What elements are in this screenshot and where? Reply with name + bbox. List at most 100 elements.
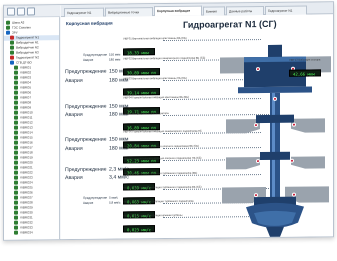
alarm-marker-6[interactable] [256,159,260,164]
tree-item-label: VIBRO11 [20,115,33,120]
tree-panel: Шина АЗ ГЭС Сахалин ЗРУ Гидроагрегат N1 Вибр… [4,17,60,241]
tree-node-icon [14,130,18,135]
tree-node-icon [14,75,18,80]
threshold-row: Авария 180 мкм [65,111,129,119]
tree-node-icon [14,100,18,105]
tree-node-icon [14,165,18,170]
tree-node-icon [14,85,18,90]
tree-item-label: VIBRO19 [20,155,33,160]
tree-node-icon [6,25,10,30]
tree-item-label: VIBRO6 [20,90,32,95]
back-icon[interactable] [7,7,15,16]
threshold-row: Предупреждение 2,3 мм/с [65,166,129,174]
tree-node-icon [14,65,18,70]
threshold-label: Авария [65,111,83,119]
threshold-row: Предупреждение 150 мкм [83,53,120,57]
alarm-marker-1[interactable] [256,67,260,72]
tree-item-label: ГЭС Сахалин [12,25,31,30]
tree-node-icon [14,205,18,210]
tree-node-icon [10,45,14,50]
tree-item-label: VIBRO23 [20,175,33,180]
refresh-icon[interactable] [17,7,25,16]
tree-item-label: VIBRO28 [20,200,33,205]
tree-node-icon [10,55,14,60]
tree-node-icon [14,135,18,140]
sensor-value[interactable]: 0,023 мм/с [123,225,156,233]
tree-item-label: VIBRO13 [20,125,33,130]
threshold-label: Предупреждение [83,195,108,200]
tree-node-icon [14,185,18,190]
sensor-value[interactable]: 18,33 мкм [123,48,155,56]
tree-node-icon [14,230,18,235]
main-panel: Корпусная вибрация Гидроагрегат N1 (СГ) … [61,14,334,241]
tree-item[interactable]: VIBRO34 [4,230,60,236]
tree-item-label: VIBRO7 [20,95,32,100]
alarm-marker-9[interactable] [292,192,296,197]
sensor-value[interactable]: 39,14 мкм пп [123,88,160,96]
threshold-label: Авария [65,77,83,85]
tree-item-label: ЗРУ [12,30,18,35]
tree-item-label: VIBRO21 [20,165,33,170]
tree-item-label: VIBRO2 [20,70,32,75]
tree-item-label: Вибродатчик N2 [16,45,39,50]
tree-item-label: СГВ ДТ-ВО [16,60,32,65]
tab-housing-vibration[interactable]: Корпусная вибрация [154,5,202,17]
tree-item-label: VIBRO27 [20,195,33,200]
threshold-row: Авария 180 мкм [83,58,120,62]
tree-item-label: VIBRO33 [20,225,33,230]
section-title: Корпусная вибрация [66,20,113,27]
threshold-value: 5 мм/с [109,195,118,200]
tree-item-label: VIBRO16 [20,140,33,145]
tree-node-icon [14,190,18,195]
threshold-label: Предупреждение [83,52,108,57]
tree-item-label: Шина АЗ [12,20,25,25]
tree-node-icon [14,170,18,175]
threshold-row: Предупреждение 150 мкм [65,136,129,144]
threshold-label: Авария [65,145,83,153]
tree-item-label: VIBRO20 [20,160,33,165]
tree-item-label: VIBRO5 [20,85,32,90]
tree-item-label: VIBRO30 [20,210,33,215]
tree-node-icon [10,40,14,45]
app-window: Шина АЗ ГЭС Сахалин ЗРУ Гидроагрегат N1 Вибр… [3,1,334,241]
tree-item-label: VIBRO12 [20,120,33,125]
sensor-value[interactable]: 30,89 мкм пп [123,68,160,76]
right-sensor-value[interactable]: 42,66 мкм [289,69,321,77]
tab-runout[interactable]: Биения [203,6,225,16]
tree-node-icon [14,200,18,205]
tree-item-label: VIBRO34 [20,230,33,235]
alarm-marker-4[interactable] [254,123,258,128]
tree-item-label: VIBRO10 [20,110,33,115]
tree-node-icon [14,105,18,110]
threshold-label: Предупреждение [65,136,107,144]
settings-icon[interactable] [27,7,35,16]
tree-node-icon [6,30,10,35]
right-sensor-title: VIBF13 Вибрация статора [289,58,321,62]
threshold-row: Авария 180 мкм [65,77,129,85]
threshold-row: Авария 3,4 мм/с [65,174,129,182]
tab-unit-2[interactable]: Гидроагрегат N1 [265,5,307,15]
tree-item-label: VIBRO29 [20,205,33,210]
threshold-label: Авария [83,200,94,205]
tree-node-icon [14,195,18,200]
threshold-label: Предупреждение [65,166,107,174]
tab-operation-data[interactable]: Данные работы [226,5,264,16]
tree-node-icon [14,150,18,155]
alarm-marker-3[interactable] [273,96,277,101]
threshold-value: 150 мкм [109,52,121,57]
tree-node-icon [14,110,18,115]
tree-item-label: VIBRO25 [20,185,33,190]
alarm-marker-8[interactable] [254,193,258,198]
tree-node-icon [14,80,18,85]
threshold-value: 180 мкм [109,57,121,62]
tree-node-icon [14,145,18,150]
tree-item-label: VIBRO1 [20,65,32,70]
screenshot-frame: Шина АЗ ГЭС Сахалин ЗРУ Гидроагрегат N1 Вибр… [0,0,337,261]
tree-item-label: VIBRO4 [20,80,32,85]
alarm-marker-5[interactable] [292,122,296,127]
threshold-row: Предупреждение 150 мкм [65,68,129,76]
toolbar [4,5,60,18]
alarm-marker-7[interactable] [290,158,294,163]
threshold-label: Авария [83,57,94,62]
tab-unit[interactable]: Гидроагрегат N1 [64,7,104,18]
